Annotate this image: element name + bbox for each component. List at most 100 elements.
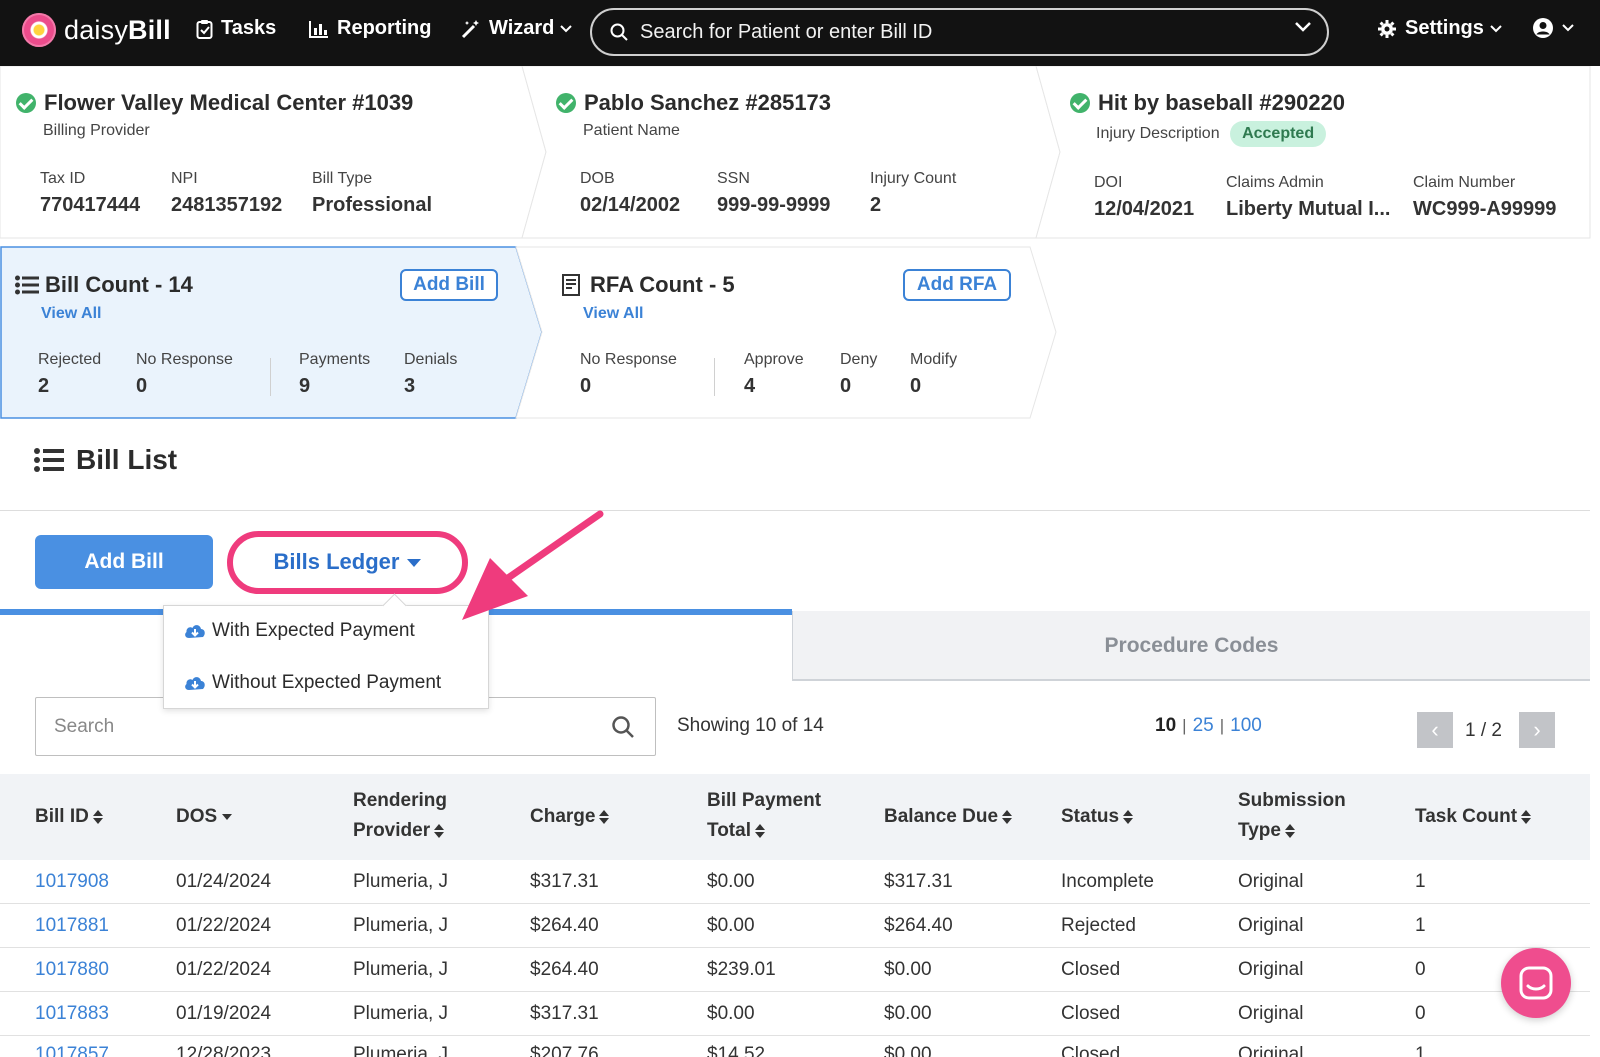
chat-launcher-button[interactable] xyxy=(1501,948,1571,1018)
prev-page-button[interactable]: ‹ xyxy=(1417,712,1453,748)
page-size-25[interactable]: 25 xyxy=(1193,715,1214,736)
add-bill-outline-button[interactable]: Add Bill xyxy=(400,269,498,301)
tab-procedure-codes[interactable]: Procedure Codes xyxy=(792,611,1590,681)
cloud-download-icon xyxy=(185,625,205,638)
gear-icon xyxy=(1378,19,1396,38)
payment-total-cell: $0.00 xyxy=(707,1003,755,1024)
balance-due-cell: $317.31 xyxy=(884,871,953,892)
dob-value: 02/14/2002 xyxy=(580,194,681,216)
injury-subtitle: Injury Description Accepted xyxy=(1096,121,1327,147)
clipboard-icon xyxy=(196,19,213,39)
bills-ledger-dropdown: With Expected Payment Without Expected P… xyxy=(163,605,489,709)
dos-cell: 01/19/2024 xyxy=(176,1003,272,1024)
col-submission-type[interactable]: Submission Type xyxy=(1238,786,1346,846)
menu-item-with-expected-payment[interactable]: With Expected Payment xyxy=(184,620,415,642)
search-icon[interactable] xyxy=(611,715,635,739)
balance-due-cell: $0.00 xyxy=(884,1003,932,1024)
user-menu[interactable] xyxy=(1532,17,1574,39)
ssn-label: SSN xyxy=(717,170,750,187)
nav-tasks-label: Tasks xyxy=(221,17,277,39)
next-page-button[interactable]: › xyxy=(1519,712,1555,748)
daisybill-logo[interactable]: daisyBill xyxy=(22,13,171,47)
col-dos[interactable]: DOS xyxy=(176,802,233,832)
user-avatar-icon xyxy=(1533,18,1553,38)
deny-value[interactable]: 0 xyxy=(840,375,851,398)
separator: | xyxy=(1219,716,1225,735)
bill-id-link[interactable]: 1017880 xyxy=(35,959,109,981)
bill-id-link[interactable]: 1017881 xyxy=(35,915,109,937)
denials-value[interactable]: 3 xyxy=(404,375,415,398)
nav-settings[interactable]: Settings xyxy=(1377,17,1502,40)
col-bill-payment-total[interactable]: Bill Payment Total xyxy=(707,786,821,846)
bill-type-label: Bill Type xyxy=(312,170,373,187)
col-bill-id[interactable]: Bill ID xyxy=(35,802,103,832)
col-bill-id-label: Bill ID xyxy=(35,806,89,827)
patient-search-placeholder: Search for Patient or enter Bill ID xyxy=(640,20,933,43)
col-task-count[interactable]: Task Count xyxy=(1415,802,1532,832)
nav-reporting[interactable]: Reporting xyxy=(309,17,431,40)
nav-settings-label: Settings xyxy=(1405,17,1484,39)
search-icon xyxy=(610,23,628,41)
col-rendering-provider[interactable]: Rendering Provider xyxy=(353,786,447,846)
rfa-no-response-value[interactable]: 0 xyxy=(580,375,591,398)
check-circle-icon xyxy=(556,93,576,113)
without-expected-payment-label: Without Expected Payment xyxy=(212,672,442,693)
rfa-view-all-link[interactable]: View All xyxy=(583,305,643,323)
balance-due-cell: $264.40 xyxy=(884,915,953,936)
cloud-download-icon xyxy=(185,677,205,690)
col-dos-label: DOS xyxy=(176,806,218,827)
deny-label: Deny xyxy=(840,351,878,368)
bill-id-link[interactable]: 1017908 xyxy=(35,871,109,893)
info-cards: Flower Valley Medical Center #1039 Billi… xyxy=(0,66,1590,240)
provider-title[interactable]: Flower Valley Medical Center #1039 xyxy=(16,90,413,116)
table-row: 1017881 01/22/2024 Plumeria, J $264.40 $… xyxy=(0,904,1590,948)
bill-id-link[interactable]: 1017857 xyxy=(35,1044,109,1057)
col-provider-label: Provider xyxy=(353,820,431,841)
add-rfa-button[interactable]: Add RFA xyxy=(903,269,1011,301)
bill-list-title-text: Bill List xyxy=(76,444,178,475)
bill-id-link[interactable]: 1017883 xyxy=(35,1003,109,1025)
col-type-label: Type xyxy=(1238,820,1281,841)
sort-icon xyxy=(1002,809,1013,824)
payment-total-cell: $0.00 xyxy=(707,871,755,892)
submission-type-cell: Original xyxy=(1238,1044,1304,1057)
check-circle-icon xyxy=(16,93,36,113)
divider xyxy=(714,358,715,396)
table-row: 1017857 12/28/2023 Plumeria, J $207.76 $… xyxy=(0,1036,1590,1057)
task-count-cell: 0 xyxy=(1415,959,1426,980)
approve-value[interactable]: 4 xyxy=(744,375,755,398)
nav-wizard[interactable]: Wizard xyxy=(461,17,573,40)
add-bill-button[interactable]: Add Bill xyxy=(35,535,213,589)
col-balance-due[interactable]: Balance Due xyxy=(884,802,1013,832)
patient-subtitle: Patient Name xyxy=(583,122,680,139)
rejected-label: Rejected xyxy=(38,351,102,368)
menu-item-without-expected-payment[interactable]: Without Expected Payment xyxy=(184,672,441,694)
bill-view-all-link[interactable]: View All xyxy=(41,305,101,323)
patient-title[interactable]: Pablo Sanchez #285173 xyxy=(556,90,831,116)
bills-ledger-button[interactable]: Bills Ledger xyxy=(227,531,468,594)
charge-cell: $264.40 xyxy=(530,915,599,936)
no-response-label: No Response xyxy=(136,351,233,368)
col-balance-due-label: Balance Due xyxy=(884,806,999,827)
injury-description-label: Injury Description xyxy=(1096,125,1220,142)
col-charge[interactable]: Charge xyxy=(530,802,610,832)
bills-ledger-label: Bills Ledger xyxy=(273,549,400,574)
page-size-100[interactable]: 100 xyxy=(1230,715,1262,736)
chevron-down-icon[interactable] xyxy=(1295,22,1311,32)
patient-search-bar[interactable]: Search for Patient or enter Bill ID xyxy=(590,8,1329,56)
modify-value[interactable]: 0 xyxy=(910,375,921,398)
nav-tasks[interactable]: Tasks xyxy=(196,17,276,40)
rfa-no-response-label: No Response xyxy=(580,351,677,368)
injury-title[interactable]: Hit by baseball #290220 xyxy=(1070,90,1345,116)
doi-label: DOI xyxy=(1094,174,1123,191)
charge-cell: $317.31 xyxy=(530,1003,599,1024)
separator: | xyxy=(1182,716,1187,735)
nav-wizard-label: Wizard xyxy=(489,17,555,39)
patient-name: Pablo Sanchez #285173 xyxy=(584,90,832,115)
no-response-value[interactable]: 0 xyxy=(136,375,147,398)
payments-value[interactable]: 9 xyxy=(299,375,310,398)
charge-cell: $317.31 xyxy=(530,871,599,892)
page-size-10[interactable]: 10 xyxy=(1155,715,1176,736)
col-status[interactable]: Status xyxy=(1061,802,1134,832)
rejected-value[interactable]: 2 xyxy=(38,375,49,398)
